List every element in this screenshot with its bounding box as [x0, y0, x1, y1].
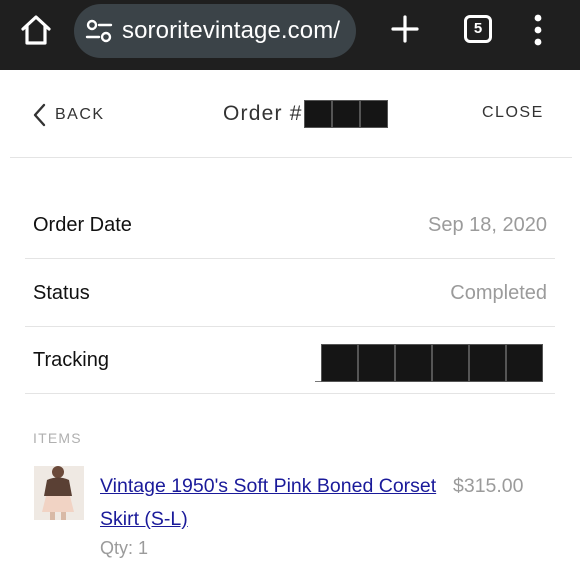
- tracking-row: Tracking: [25, 327, 555, 394]
- url-text[interactable]: sororitevintage.com/: [122, 17, 340, 45]
- product-photo-icon: [34, 466, 84, 520]
- status-value: Completed: [450, 282, 547, 304]
- page-title-text: Order #: [223, 102, 303, 125]
- order-header: BACK Order # CLOSE: [0, 70, 580, 158]
- new-tab-icon[interactable]: [388, 12, 422, 46]
- product-quantity: Qty: 1: [100, 538, 149, 558]
- order-date-row: Order Date Sep 18, 2020: [25, 192, 555, 259]
- header-divider: [10, 157, 572, 158]
- back-button[interactable]: BACK: [32, 102, 105, 128]
- tracking-number-redaction: [315, 344, 543, 382]
- order-date-value: Sep 18, 2020: [428, 214, 547, 236]
- site-settings-icon[interactable]: [84, 16, 114, 46]
- product-price: $315.00: [453, 475, 524, 497]
- status-row: Status Completed: [25, 260, 555, 327]
- order-date-label: Order Date: [33, 214, 132, 236]
- page-title: Order #: [223, 100, 388, 128]
- order-number-redaction: [303, 100, 388, 128]
- list-item: Vintage 1950's Soft Pink Boned Corset Sk…: [0, 462, 580, 580]
- product-thumbnail[interactable]: [34, 466, 84, 520]
- tab-count: 5: [473, 20, 483, 37]
- address-bar[interactable]: sororitevintage.com/: [74, 4, 356, 58]
- home-icon[interactable]: [18, 12, 54, 48]
- tracking-label: Tracking: [33, 349, 109, 371]
- back-label: BACK: [55, 106, 105, 123]
- tab-switcher-button[interactable]: 5: [464, 15, 492, 43]
- close-button[interactable]: CLOSE: [482, 104, 544, 122]
- status-label: Status: [33, 282, 90, 304]
- product-link[interactable]: Vintage 1950's Soft Pink Boned Corset Sk…: [100, 470, 452, 536]
- chevron-left-icon: [33, 103, 46, 127]
- browser-toolbar: sororitevintage.com/ 5: [0, 0, 580, 70]
- more-menu-icon[interactable]: [530, 10, 546, 50]
- items-heading: ITEMS: [33, 430, 82, 446]
